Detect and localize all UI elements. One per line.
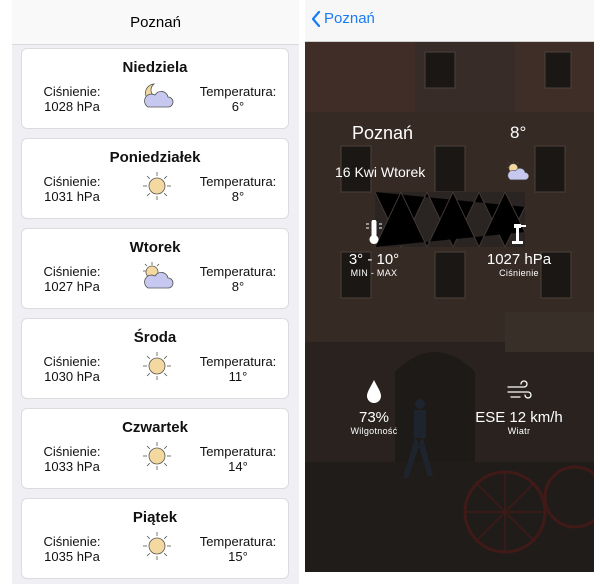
pressure-value: 1027 hPa bbox=[44, 279, 100, 294]
pressure-block: Ciśnienie: 1031 hPa bbox=[28, 174, 116, 204]
temperature-label: Temperatura: bbox=[199, 444, 277, 459]
humidity-label: Wilgotność bbox=[350, 426, 398, 436]
pressure-block: Ciśnienie: 1028 hPa bbox=[28, 84, 116, 114]
temperature-block: Temperatura: 14° bbox=[192, 444, 284, 474]
pressure-value: 1035 hPa bbox=[44, 549, 100, 564]
barometer-icon bbox=[512, 224, 526, 244]
temperature-block: Temperatura: 6° bbox=[192, 84, 284, 114]
pressure-block: Ciśnienie: 1027 hPa bbox=[28, 264, 116, 294]
pressure-label: Ciśnienie bbox=[499, 268, 539, 278]
temperature-block: Temperatura: 8° bbox=[192, 264, 284, 294]
day-name: Niedziela bbox=[122, 59, 188, 76]
drop-icon bbox=[367, 380, 381, 403]
wind-icon bbox=[507, 380, 532, 399]
humidity-value: 73% bbox=[358, 409, 390, 426]
pressure-label: Ciśnienie: bbox=[43, 264, 101, 279]
sun-icon bbox=[140, 351, 174, 381]
forecast-card-wtorek[interactable]: Wtorek Ciśnienie: 1027 hPa Temperatura: 8° bbox=[21, 228, 289, 309]
city-detail-screen: Poznań Poznań 8° 16 Kwi Wtorek 3° - 10° … bbox=[305, 0, 594, 584]
forecast-list[interactable]: Niedziela Ciśnienie: 1028 hPa Temperatura… bbox=[21, 48, 289, 584]
temperature-label: Temperatura: bbox=[199, 174, 277, 189]
day-name: Czwartek bbox=[122, 419, 188, 436]
temperature-value: 15° bbox=[228, 549, 248, 564]
temperature-value: 8° bbox=[231, 189, 245, 204]
city-background-photo: Poznań 8° 16 Kwi Wtorek 3° - 10° MIN - M… bbox=[305, 42, 594, 572]
forecast-card-czwartek[interactable]: Czwartek Ciśnienie: 1033 hPa Temperatura:… bbox=[21, 408, 289, 489]
wind-stat: ESE 12 km/h Wiatr bbox=[459, 378, 579, 436]
humidity-stat: 73% Wilgotność bbox=[314, 378, 434, 436]
wind-value: ESE 12 km/h bbox=[475, 409, 563, 426]
temperature-label: Temperatura: bbox=[199, 534, 277, 549]
nav-bar: Poznań bbox=[12, 0, 299, 45]
sun-cloud-icon bbox=[504, 160, 530, 182]
day-name: Środa bbox=[133, 329, 177, 346]
pressure-label: Ciśnienie: bbox=[43, 354, 101, 369]
pressure-block: Ciśnienie: 1035 hPa bbox=[28, 534, 116, 564]
pressure-value: 1028 hPa bbox=[44, 99, 100, 114]
temperature-label: Temperatura: bbox=[199, 354, 277, 369]
day-name: Wtorek bbox=[129, 239, 181, 256]
minmax-label: MIN - MAX bbox=[350, 268, 398, 278]
forecast-card-niedziela[interactable]: Niedziela Ciśnienie: 1028 hPa Temperatura… bbox=[21, 48, 289, 129]
sun-cloud-icon bbox=[140, 261, 174, 291]
sun-icon bbox=[140, 531, 174, 561]
pressure-label: Ciśnienie: bbox=[43, 444, 101, 459]
pressure-value: 1027 hPa bbox=[486, 251, 552, 268]
day-name: Poniedziałek bbox=[109, 149, 201, 166]
nav-bar: Poznań bbox=[305, 0, 594, 42]
page-title: Poznań bbox=[130, 13, 181, 31]
temperature-value: 14° bbox=[228, 459, 248, 474]
pressure-block: Ciśnienie: 1030 hPa bbox=[28, 354, 116, 384]
temperature-value: 8° bbox=[231, 279, 245, 294]
city-photo-image bbox=[305, 42, 594, 572]
thermometer-icon bbox=[366, 219, 382, 244]
temperature-value: 11° bbox=[228, 369, 248, 384]
temperature-value: 6° bbox=[231, 99, 245, 114]
forecast-card-poniedzialek[interactable]: Poniedziałek Ciśnienie: 1031 hPa Temperat… bbox=[21, 138, 289, 219]
temperature-block: Temperatura: 11° bbox=[192, 354, 284, 384]
temperature-label: Temperatura: bbox=[199, 84, 277, 99]
temperature-block: Temperatura: 15° bbox=[192, 534, 284, 564]
day-name: Piątek bbox=[132, 509, 178, 526]
pressure-block: Ciśnienie: 1033 hPa bbox=[28, 444, 116, 474]
pressure-label: Ciśnienie: bbox=[43, 174, 101, 189]
back-button[interactable]: Poznań bbox=[311, 10, 375, 27]
wind-label: Wiatr bbox=[507, 426, 531, 436]
pressure-value: 1033 hPa bbox=[44, 459, 100, 474]
pressure-label: Ciśnienie: bbox=[43, 84, 101, 99]
forecast-list-screen: Poznań Niedziela Ciśnienie: 1028 hPa Temp… bbox=[12, 0, 299, 584]
sun-icon bbox=[140, 441, 174, 471]
forecast-card-sroda[interactable]: Środa Ciśnienie: 1030 hPa Temperatura: 11° bbox=[21, 318, 289, 399]
temperature-label: Temperatura: bbox=[199, 264, 277, 279]
pressure-stat: 1027 hPa Ciśnienie bbox=[459, 220, 579, 278]
temperature-block: Temperatura: 8° bbox=[192, 174, 284, 204]
pressure-label: Ciśnienie: bbox=[43, 534, 101, 549]
back-button-label: Poznań bbox=[324, 10, 375, 27]
moon-cloud-icon bbox=[140, 81, 174, 111]
city-name: Poznań bbox=[352, 123, 414, 143]
date-label: 16 Kwi Wtorek bbox=[335, 164, 426, 180]
pressure-value: 1030 hPa bbox=[44, 369, 100, 384]
minmax-stat: 3° - 10° MIN - MAX bbox=[314, 219, 434, 278]
current-temperature: 8° bbox=[510, 123, 527, 142]
chevron-left-icon bbox=[311, 10, 321, 27]
sun-icon bbox=[140, 171, 174, 201]
forecast-card-piatek[interactable]: Piątek Ciśnienie: 1035 hPa Temperatura: 15… bbox=[21, 498, 289, 579]
minmax-value: 3° - 10° bbox=[348, 251, 400, 268]
bottom-bar bbox=[305, 572, 594, 584]
pressure-value: 1031 hPa bbox=[44, 189, 100, 204]
